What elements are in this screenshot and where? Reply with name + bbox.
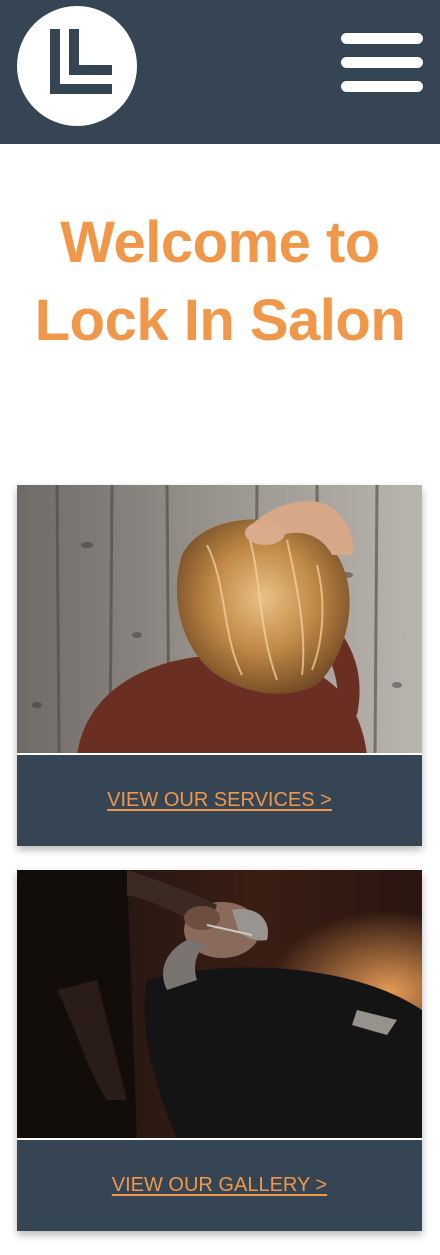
gallery-card: VIEW OUR GALLERY > xyxy=(17,870,422,1231)
menu-bar xyxy=(341,81,423,92)
view-gallery-link[interactable]: VIEW OUR GALLERY > xyxy=(112,1174,327,1197)
barber-shave-photo xyxy=(17,870,422,1140)
menu-bar xyxy=(341,33,423,44)
view-services-link[interactable]: VIEW OUR SERVICES > xyxy=(107,789,332,812)
hamburger-menu-icon[interactable] xyxy=(341,33,423,93)
site-header xyxy=(0,0,440,144)
services-card: VIEW OUR SERVICES > xyxy=(17,485,422,846)
services-card-footer: VIEW OUR SERVICES > xyxy=(17,755,422,846)
page-title: Welcome to Lock In Salon xyxy=(34,210,406,353)
menu-bar xyxy=(341,57,423,68)
woman-hair-photo xyxy=(17,485,422,755)
logo-icon[interactable] xyxy=(17,6,137,126)
gallery-card-footer: VIEW OUR GALLERY > xyxy=(17,1140,422,1231)
